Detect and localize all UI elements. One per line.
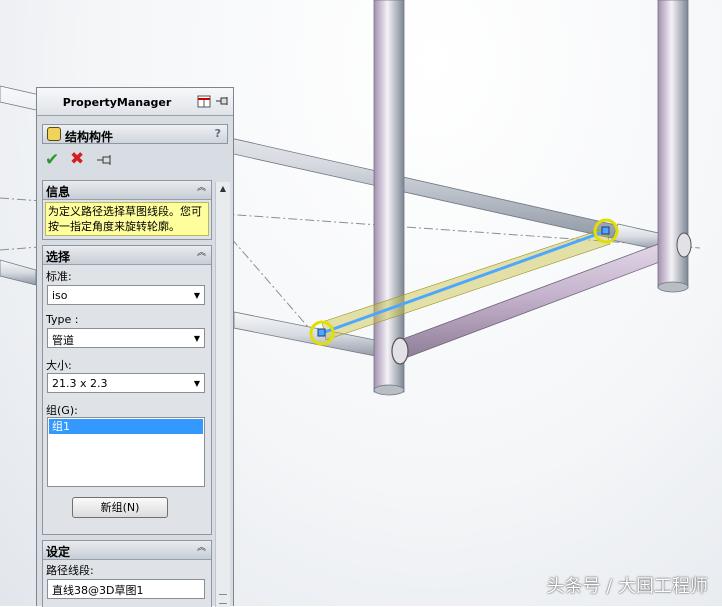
type-select[interactable]: 管道 ▼ [47,328,205,348]
keep-visible-pushpin-icon[interactable] [96,154,114,166]
collapse-icon[interactable]: ︽ [197,544,206,553]
group-label: 组(G): [46,404,78,417]
type-value: 管道 [52,334,74,347]
standard-select[interactable]: iso ▼ [47,285,205,305]
property-manager-titlebar: PropertyManager [37,88,233,116]
size-value: 21.3 x 2.3 [52,377,108,390]
property-manager-title: PropertyManager [62,96,172,109]
feature-header: 结构构件 ? [42,124,228,144]
feature-title: 结构构件 [65,130,114,144]
structural-member-icon [47,127,61,141]
size-select[interactable]: 21.3 x 2.3 ▼ [47,373,205,393]
path-segment-label: 路径线段: [46,564,94,577]
list-item[interactable]: 组1 [49,419,203,434]
selection-group-header[interactable]: 选择 ︽ [43,246,211,265]
collapse-icon[interactable]: ︽ [197,249,206,258]
selection-group-title: 选择 [46,250,71,264]
settings-group-header[interactable]: 设定 ︽ [43,541,211,560]
selection-group: 选择 ︽ 标准: iso ▼ Type : 管道 ▼ 大小: 21.3 x 2.… [42,245,212,535]
vertical-post-front[interactable] [373,0,405,393]
path-segment-field[interactable]: 直线38@3D草图1 [47,579,205,599]
settings-group: 设定 ︽ 路径线段: 直线38@3D草图1 [42,540,212,607]
info-group-header[interactable]: 信息 ︽ [43,181,211,200]
settings-group-title: 设定 [46,545,71,559]
chevron-down-icon: ▼ [193,291,200,300]
new-group-button[interactable]: 新组(N) [72,497,168,518]
collapse-icon[interactable]: ︽ [197,184,206,193]
panel-layout-icon[interactable] [197,95,211,108]
info-group: 信息 ︽ 为定义路径选择草图线段。您可按一指定角度来旋转轮廓。 [42,180,212,240]
scroll-grip-icon[interactable] [219,594,227,604]
close-icon[interactable]: ✖ [70,151,84,168]
property-manager-scroll-area[interactable]: 信息 ︽ 为定义路径选择草图线段。您可按一指定角度来旋转轮廓。 选择 ︽ 标准:… [42,180,212,607]
info-group-title: 信息 [46,185,71,199]
chevron-down-icon: ▼ [193,334,200,343]
watermark: 头条号 / 大国工程师 [546,576,708,597]
scroll-up-icon[interactable]: ▲ [216,184,230,196]
standard-value: iso [52,289,68,302]
pushpin-icon[interactable] [215,95,229,108]
upper-left-tube[interactable] [0,259,37,286]
property-manager-panel: PropertyManager 结构构件 ? ✔ ✖ 信息 ︽ 为定义路径选择草… [36,87,234,607]
chevron-down-icon: ▼ [193,379,200,388]
type-label: Type : [46,313,79,326]
info-message: 为定义路径选择草图线段。您可按一指定角度来旋转轮廓。 [45,202,209,236]
group-list[interactable]: 组1 [47,417,205,487]
standard-label: 标准: [46,270,72,283]
check-icon[interactable]: ✔ [45,152,59,169]
size-label: 大小: [46,359,72,372]
vertical-scrollbar[interactable]: ▲ [215,182,230,607]
help-button[interactable]: ? [215,127,221,140]
